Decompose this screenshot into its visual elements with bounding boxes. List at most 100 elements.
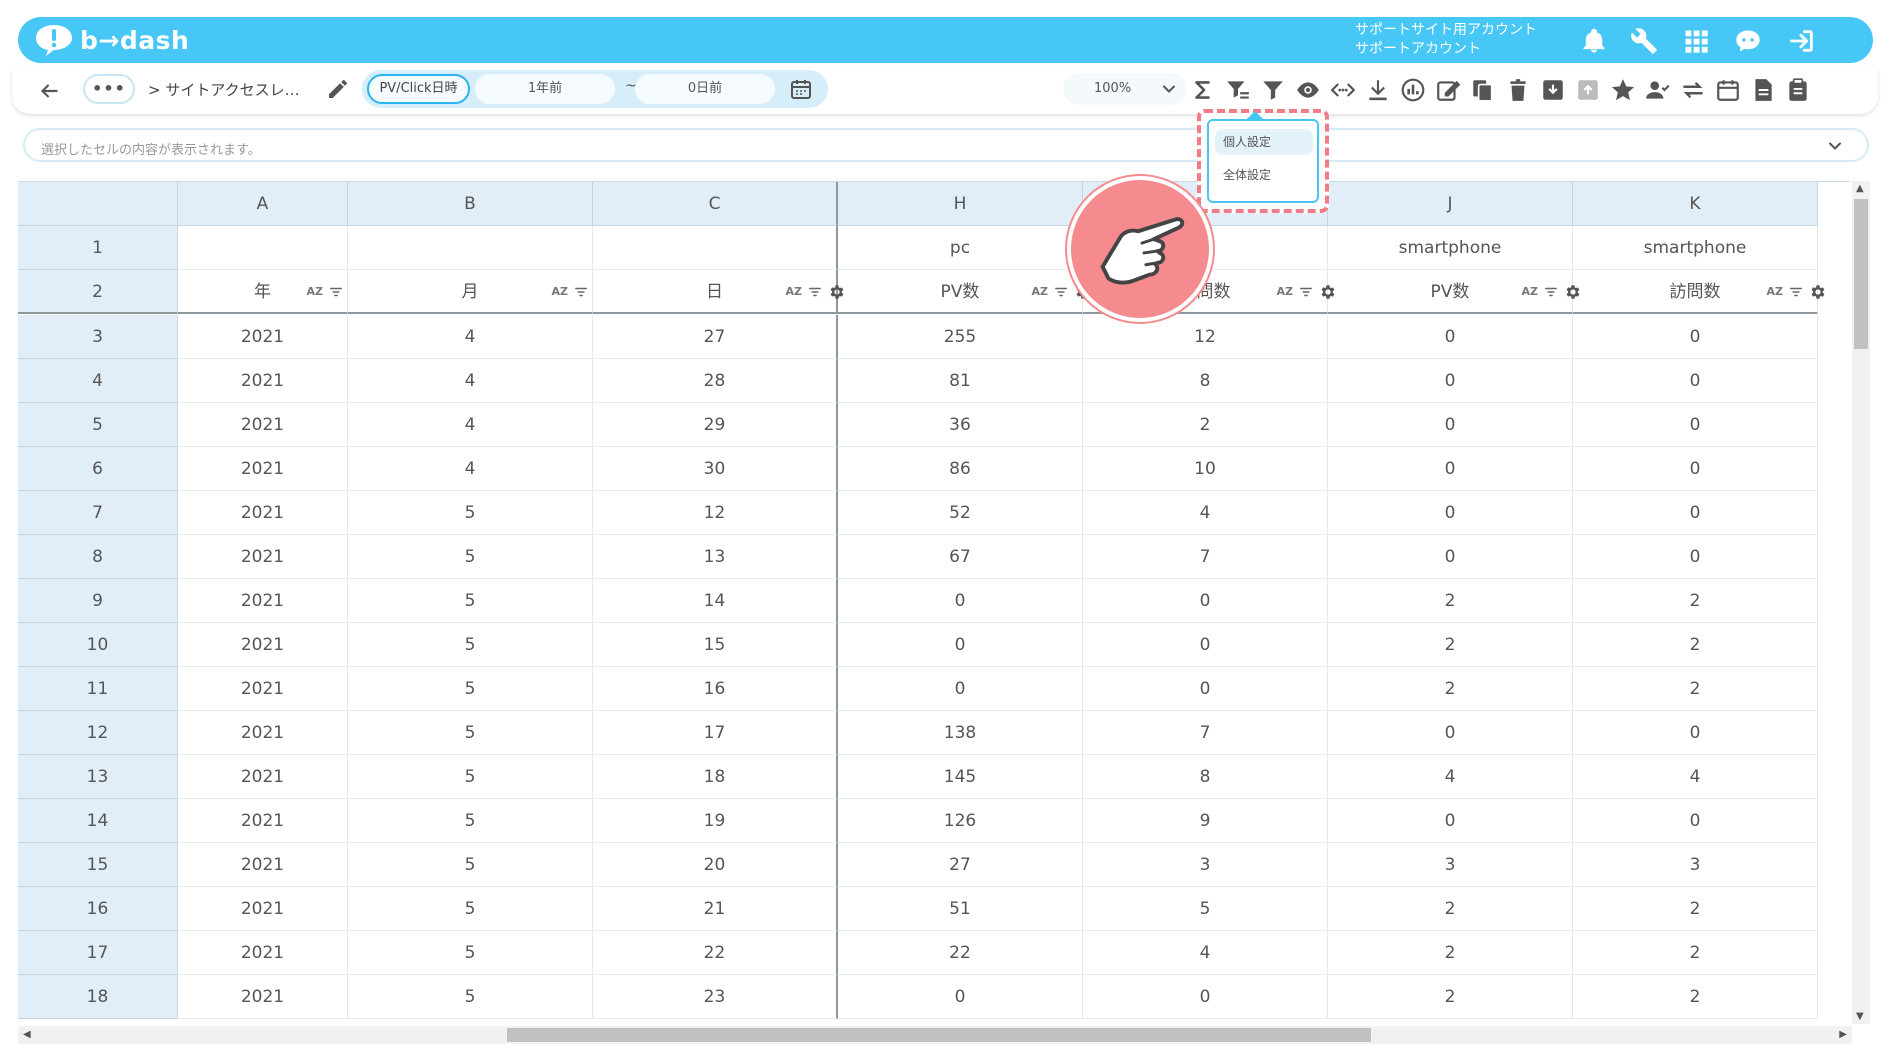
data-cell[interactable]: 2 bbox=[1328, 887, 1573, 931]
data-cell[interactable]: 20 bbox=[593, 843, 838, 887]
data-cell[interactable]: 9 bbox=[1083, 799, 1328, 843]
data-cell[interactable]: 7 bbox=[1083, 711, 1328, 755]
column-header[interactable]: J bbox=[1328, 182, 1573, 226]
data-cell[interactable]: 5 bbox=[348, 535, 593, 579]
data-cell[interactable]: 3 bbox=[1573, 843, 1818, 887]
group-header-cell[interactable] bbox=[178, 226, 348, 270]
data-cell[interactable]: 5 bbox=[348, 931, 593, 975]
data-cell[interactable]: 3 bbox=[1083, 843, 1328, 887]
data-cell[interactable]: 0 bbox=[1083, 667, 1328, 711]
data-cell[interactable]: 2 bbox=[1573, 579, 1818, 623]
sort-az-icon[interactable]: AZ bbox=[1032, 270, 1049, 314]
data-cell[interactable]: 18 bbox=[593, 755, 838, 799]
scroll-right-icon[interactable]: ▶ bbox=[1839, 1029, 1847, 1040]
column-filter-icon[interactable] bbox=[1544, 285, 1558, 299]
sort-az-icon[interactable]: AZ bbox=[1522, 270, 1539, 314]
data-cell[interactable]: 5 bbox=[348, 755, 593, 799]
data-cell[interactable]: 0 bbox=[1573, 359, 1818, 403]
row-number[interactable]: 11 bbox=[18, 667, 178, 711]
data-cell[interactable]: 2 bbox=[1573, 667, 1818, 711]
data-cell[interactable]: 0 bbox=[1573, 315, 1818, 359]
data-cell[interactable]: 22 bbox=[593, 931, 838, 975]
scroll-down-icon[interactable]: ▼ bbox=[1856, 1011, 1864, 1022]
data-cell[interactable]: 0 bbox=[838, 975, 1083, 1019]
data-cell[interactable]: 2 bbox=[1083, 403, 1328, 447]
data-cell[interactable]: 2021 bbox=[178, 799, 348, 843]
data-cell[interactable]: 2 bbox=[1573, 887, 1818, 931]
data-cell[interactable]: 2 bbox=[1328, 975, 1573, 1019]
logo[interactable]: b→dash bbox=[34, 23, 189, 57]
calendar-picker-icon[interactable] bbox=[789, 77, 813, 101]
row-number[interactable]: 1 bbox=[18, 226, 178, 270]
horizontal-scroll-thumb[interactable] bbox=[507, 1028, 1371, 1042]
sort-az-icon[interactable]: AZ bbox=[552, 270, 569, 314]
edit-note-icon[interactable] bbox=[1435, 77, 1461, 103]
back-arrow-icon[interactable] bbox=[36, 78, 62, 104]
chat-bot-icon[interactable] bbox=[1734, 27, 1762, 55]
group-header-cell[interactable]: smartphone bbox=[1328, 226, 1573, 270]
sort-az-icon[interactable]: AZ bbox=[1277, 270, 1294, 314]
column-filter-icon[interactable] bbox=[1789, 285, 1803, 299]
data-cell[interactable]: 28 bbox=[593, 359, 838, 403]
column-header[interactable]: B bbox=[348, 182, 593, 226]
data-cell[interactable]: 2021 bbox=[178, 843, 348, 887]
column-filter-icon[interactable] bbox=[574, 285, 588, 299]
data-cell[interactable]: 21 bbox=[593, 887, 838, 931]
filter-settings-icon[interactable] bbox=[1225, 77, 1251, 103]
data-cell[interactable]: 30 bbox=[593, 447, 838, 491]
data-cell[interactable]: 13 bbox=[593, 535, 838, 579]
user-check-icon[interactable] bbox=[1645, 77, 1671, 103]
data-cell[interactable]: 5 bbox=[348, 799, 593, 843]
clipboard-icon[interactable] bbox=[1785, 77, 1811, 103]
data-cell[interactable]: 4 bbox=[1083, 931, 1328, 975]
data-cell[interactable]: 2 bbox=[1328, 931, 1573, 975]
data-cell[interactable]: 2021 bbox=[178, 491, 348, 535]
data-cell[interactable]: 5 bbox=[348, 975, 593, 1019]
data-cell[interactable]: 4 bbox=[348, 359, 593, 403]
data-cell[interactable]: 2 bbox=[1573, 623, 1818, 667]
column-filter-icon[interactable] bbox=[1299, 285, 1313, 299]
horizontal-scrollbar[interactable]: ◀ ▶ bbox=[18, 1026, 1852, 1044]
gear-icon[interactable] bbox=[1809, 283, 1827, 301]
gear-icon[interactable] bbox=[828, 283, 846, 301]
field-header-cell[interactable]: PV数 AZ bbox=[1328, 270, 1580, 314]
data-cell[interactable]: 15 bbox=[593, 623, 838, 667]
data-cell[interactable]: 0 bbox=[1328, 535, 1573, 579]
row-number[interactable]: 7 bbox=[18, 491, 178, 535]
grid-menu-icon[interactable] bbox=[1682, 27, 1710, 55]
data-cell[interactable]: 0 bbox=[1573, 447, 1818, 491]
data-cell[interactable]: 145 bbox=[838, 755, 1083, 799]
field-header-cell[interactable]: PV数 AZ bbox=[838, 270, 1090, 314]
gear-icon[interactable] bbox=[1319, 283, 1337, 301]
row-number[interactable]: 5 bbox=[18, 403, 178, 447]
sort-az-icon[interactable]: AZ bbox=[307, 270, 324, 314]
data-cell[interactable]: 4 bbox=[1328, 755, 1573, 799]
data-cell[interactable]: 2021 bbox=[178, 403, 348, 447]
data-cell[interactable]: 2 bbox=[1573, 931, 1818, 975]
data-cell[interactable]: 19 bbox=[593, 799, 838, 843]
data-cell[interactable]: 2021 bbox=[178, 887, 348, 931]
row-number[interactable]: 6 bbox=[18, 447, 178, 491]
bell-icon[interactable] bbox=[1580, 27, 1608, 55]
row-number[interactable]: 3 bbox=[18, 315, 178, 359]
document-icon[interactable] bbox=[1750, 77, 1776, 103]
row-number[interactable]: 16 bbox=[18, 887, 178, 931]
data-cell[interactable]: 0 bbox=[1083, 579, 1328, 623]
data-cell[interactable]: 5 bbox=[348, 579, 593, 623]
download-icon[interactable] bbox=[1365, 77, 1391, 103]
data-cell[interactable]: 5 bbox=[348, 491, 593, 535]
data-cell[interactable]: 2021 bbox=[178, 535, 348, 579]
data-cell[interactable]: 12 bbox=[593, 491, 838, 535]
data-cell[interactable]: 29 bbox=[593, 403, 838, 447]
data-cell[interactable]: 0 bbox=[1328, 711, 1573, 755]
menu-item-personal-settings[interactable]: 個人設定 bbox=[1215, 129, 1313, 155]
data-cell[interactable]: 14 bbox=[593, 579, 838, 623]
field-header-cell[interactable]: 月 AZ bbox=[348, 270, 593, 314]
data-cell[interactable]: 0 bbox=[1328, 491, 1573, 535]
data-cell[interactable]: 0 bbox=[1328, 315, 1573, 359]
vertical-scrollbar[interactable]: ▲ ▼ bbox=[1852, 181, 1870, 1024]
spreadsheet-grid[interactable]: ABCHIJK1pcpcsmartphonesmartphone2年AZ月AZ日… bbox=[18, 181, 1850, 1025]
cell-content-bar[interactable]: 選択したセルの内容が表示されます。 bbox=[23, 128, 1869, 162]
data-cell[interactable]: 2021 bbox=[178, 315, 348, 359]
data-cell[interactable]: 5 bbox=[348, 843, 593, 887]
